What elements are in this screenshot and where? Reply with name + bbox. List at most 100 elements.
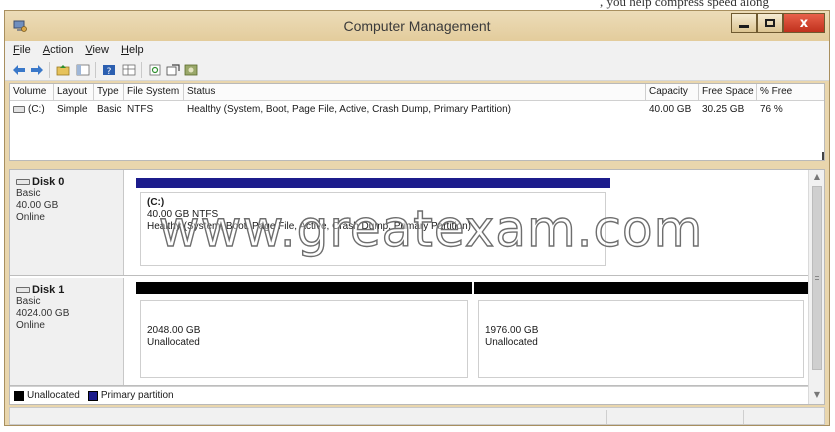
unallocated-details: 1976.00 GB Unallocated <box>478 300 804 378</box>
table-row[interactable]: (C:) Simple Basic NTFS Healthy (System, … <box>10 102 824 118</box>
status-bar <box>9 407 825 425</box>
scroll-up-arrow-icon[interactable]: ▲ <box>809 170 825 184</box>
disk-type: Basic <box>16 296 41 307</box>
computer-management-window: Computer Management x File Action View H… <box>4 10 830 426</box>
menu-action[interactable]: Action <box>43 44 74 56</box>
svg-text:?: ? <box>107 67 112 76</box>
legend-swatch-blue <box>87 390 98 401</box>
show-hide-console-tree-button[interactable] <box>75 62 91 78</box>
disk-row-0: Disk 0 Basic 40.00 GB Online (C:) 40.00 … <box>10 170 808 276</box>
disk-status: Online <box>16 320 45 331</box>
unallocated-label: Unallocated <box>485 337 538 348</box>
up-one-level-button[interactable] <box>55 62 71 78</box>
forward-button[interactable] <box>29 62 45 78</box>
status-separator <box>743 410 744 424</box>
show-hide-tree-icon <box>76 64 90 76</box>
column-header-layout[interactable]: Layout <box>54 84 94 101</box>
settings-button[interactable] <box>183 62 199 78</box>
disk-row-1: Disk 1 Basic 4024.00 GB Online 2048.00 G… <box>10 278 808 386</box>
partition-detail: 40.00 GB NTFS <box>147 209 219 220</box>
toolbar: ? <box>5 59 829 81</box>
menu-view[interactable]: View <box>85 44 109 56</box>
up-folder-icon <box>56 65 70 76</box>
window-title: Computer Management <box>343 18 491 34</box>
column-header-capacity[interactable]: Capacity <box>646 84 699 101</box>
help-button[interactable]: ? <box>101 62 117 78</box>
cell-layout: Simple <box>57 104 88 115</box>
column-header-volume[interactable]: Volume <box>10 84 54 101</box>
disk-size: 4024.00 GB <box>16 308 70 319</box>
unallocated-bar <box>136 282 472 294</box>
unallocated-details: 2048.00 GB Unallocated <box>140 300 468 378</box>
title-bar[interactable]: Computer Management x <box>5 11 829 41</box>
toolbar-separator <box>141 62 142 78</box>
unallocated-bar <box>474 282 808 294</box>
disk-status: Online <box>16 212 45 223</box>
partition-c[interactable]: (C:) 40.00 GB NTFS Healthy (System, Boot… <box>136 178 610 270</box>
cell-file-system: NTFS <box>127 104 154 115</box>
unallocated-region-2[interactable]: 1976.00 GB Unallocated <box>474 282 808 382</box>
partition-legend: Unallocated Primary partition <box>10 386 808 404</box>
properties-grid-icon <box>122 64 136 76</box>
disk-name: Disk 0 <box>32 176 65 188</box>
column-header-status[interactable]: Status <box>184 84 646 101</box>
refresh-icon <box>149 64 161 76</box>
legend-item-unallocated: Unallocated <box>14 390 80 401</box>
disk-info-0[interactable]: Disk 0 Basic 40.00 GB Online <box>10 170 124 275</box>
volume-list-header: Volume Layout Type File System Status Ca… <box>10 84 824 101</box>
status-separator <box>606 410 607 424</box>
column-header-file-system[interactable]: File System <box>124 84 184 101</box>
legend-item-primary: Primary partition <box>87 390 174 401</box>
cell-volume: (C:) <box>10 102 54 118</box>
maximize-button[interactable] <box>757 13 783 33</box>
column-header-free-space[interactable]: Free Space <box>699 84 757 101</box>
refresh-button[interactable] <box>147 62 163 78</box>
cropped-caption-text: , you help compress speed along <box>600 0 769 9</box>
disk-name: Disk 1 <box>32 284 65 296</box>
scroll-down-arrow-icon[interactable]: ▼ <box>809 388 825 402</box>
drive-icon <box>13 105 25 113</box>
unallocated-region-1[interactable]: 2048.00 GB Unallocated <box>136 282 472 382</box>
column-header-type[interactable]: Type <box>94 84 124 101</box>
cell-status: Healthy (System, Boot, Page File, Active… <box>187 104 511 115</box>
partition-status: Healthy (System, Boot, Page File, Active… <box>147 221 471 232</box>
disk-graphical-view: Disk 0 Basic 40.00 GB Online (C:) 40.00 … <box>9 169 825 405</box>
export-list-button[interactable] <box>165 62 181 78</box>
volume-list: Volume Layout Type File System Status Ca… <box>9 83 825 161</box>
unallocated-label: Unallocated <box>147 337 200 348</box>
forward-arrow-icon <box>31 65 43 75</box>
resize-edge <box>822 152 824 160</box>
legend-swatch-black <box>14 390 24 401</box>
close-button[interactable]: x <box>783 13 825 33</box>
disk-icon <box>16 179 30 185</box>
maximize-icon <box>765 19 775 27</box>
cell-capacity: 40.00 GB <box>649 104 692 115</box>
disk-icon <box>16 287 30 293</box>
disk-type: Basic <box>16 188 41 199</box>
cell-free-space: 30.25 GB <box>702 104 745 115</box>
minimize-icon <box>739 24 749 28</box>
unallocated-size: 2048.00 GB <box>147 325 201 336</box>
disk-info-1[interactable]: Disk 1 Basic 4024.00 GB Online <box>10 278 124 385</box>
back-arrow-icon <box>13 65 25 75</box>
scrollbar-thumb[interactable] <box>812 186 822 370</box>
menu-file[interactable]: File <box>13 44 31 56</box>
minimize-button[interactable] <box>731 13 757 33</box>
menu-bar: File Action View Help <box>5 41 829 59</box>
settings-icon <box>184 64 198 76</box>
disk-size: 40.00 GB <box>16 200 59 211</box>
export-icon <box>166 64 180 76</box>
column-header-percent-free[interactable]: % Free <box>757 84 824 101</box>
close-icon: x <box>799 15 809 31</box>
partition-name: (C:) <box>147 197 165 208</box>
help-icon: ? <box>103 65 115 76</box>
menu-help[interactable]: Help <box>121 44 144 56</box>
grip-icon <box>815 276 819 280</box>
cell-type: Basic <box>97 104 122 115</box>
toolbar-separator <box>49 62 50 78</box>
primary-partition-bar <box>136 178 610 188</box>
properties-grid-button[interactable] <box>121 62 137 78</box>
unallocated-size: 1976.00 GB <box>485 325 539 336</box>
back-button[interactable] <box>11 62 27 78</box>
vertical-scrollbar[interactable]: ▲ ▼ <box>808 170 824 404</box>
